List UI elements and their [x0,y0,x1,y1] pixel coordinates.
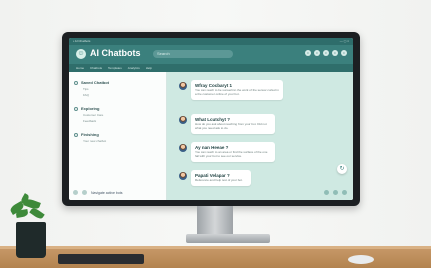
chat-message: What Lcutchyt ? How do you ask about rea… [179,114,275,134]
chat-message: Ay nan Heeae ? You can reach to an area … [179,142,275,162]
message-text: You can reach to an area or find the sur… [195,150,268,158]
sidebar-group[interactable]: Exploring Customer Care Feedback [74,106,164,123]
monitor: • AI Chatbots — ▢ × ☺ AI Chatbots Search… [62,32,360,206]
app-header: ☺ AI Chatbots Search • • • • • [69,45,353,64]
chat-message: Papati Velapar ? Reference and help text… [179,170,251,186]
settings-icon[interactable]: • [323,50,329,56]
menu-icon[interactable]: • [341,50,347,56]
menu-icon[interactable] [73,190,78,195]
plant-pot [16,222,46,258]
desk-edge [0,246,431,249]
header-icons: • • • • • [305,50,347,56]
avatar [179,82,187,90]
avatar [179,172,187,180]
sidebar-item[interactable]: Customer Care [74,113,164,117]
sidebar-group-title: Saved Chatbot [81,80,110,85]
sidebar-footer: Navigate active bots [73,190,123,195]
chat-panel: Wfray Cocbaryt 1 You can reach to be sun… [167,72,353,200]
nav-item-help[interactable]: Help [146,64,152,72]
bell-icon[interactable]: • [305,50,311,56]
search-input[interactable]: Search [153,50,233,58]
nav-item-templates[interactable]: Templates [108,64,122,72]
window-controls[interactable]: — ▢ × [340,39,349,43]
send-icon[interactable] [342,190,347,195]
nav-bar: Home Chatbots Templates Analytics Help [69,64,353,72]
circle-icon [74,80,78,85]
refresh-button[interactable]: ↻ [337,164,347,174]
chat-icon[interactable]: • [314,50,320,56]
message-bubble: Ay nan Heeae ? You can reach to an area … [191,142,275,162]
message-text: Reference and help text of your bot. [195,178,243,182]
nav-item-chatbots[interactable]: Chatbots [90,64,102,72]
sidebar-item[interactable]: FAQ [74,93,164,97]
circle-icon [74,106,78,111]
message-bubble: What Lcutchyt ? How do you ask about rea… [191,114,275,134]
avatar [179,144,187,152]
app-logo-icon: ☺ [76,49,86,59]
keyboard [58,254,144,264]
nav-item-home[interactable]: Home [76,64,84,72]
sidebar-footer-label[interactable]: Navigate active bots [91,191,123,195]
sidebar-item[interactable]: Your new chatbot [74,139,164,143]
sidebar-group[interactable]: Saved Chatbot Tips FAQ [74,80,164,97]
message-text: How do you ask about reaching from your … [195,122,267,130]
chat-toolbar [324,190,347,195]
window-titlebar: • AI Chatbots — ▢ × [69,38,353,45]
emoji-icon[interactable] [333,190,338,195]
app-title: AI Chatbots [90,48,141,58]
nav-item-analytics[interactable]: Analytics [128,64,140,72]
monitor-stand [197,206,233,236]
sidebar-item[interactable]: Tips [74,87,164,91]
sidebar-group-title: Finishing [81,132,99,137]
sidebar-group-title: Exploring [81,106,100,111]
message-text: You can reach to be sunsertinn the work … [195,88,279,96]
app-screen: • AI Chatbots — ▢ × ☺ AI Chatbots Search… [69,38,353,200]
message-bubble: Wfray Cocbaryt 1 You can reach to be sun… [191,80,283,100]
sidebar-item[interactable]: Feedback [74,119,164,123]
monitor-stand-base [186,234,270,243]
avatar [179,116,187,124]
sidebar: Saved Chatbot Tips FAQ Exploring Custome… [69,72,167,200]
circle-icon [74,132,78,137]
message-bubble: Papati Velapar ? Reference and help text… [191,170,251,186]
user-icon[interactable]: • [332,50,338,56]
sidebar-group[interactable]: Finishing Your new chatbot [74,132,164,143]
avatar[interactable] [82,190,87,195]
chat-message: Wfray Cocbaryt 1 You can reach to be sun… [179,80,283,100]
mouse [348,255,374,264]
titlebar-left: • AI Chatbots [73,39,91,43]
attach-icon[interactable] [324,190,329,195]
